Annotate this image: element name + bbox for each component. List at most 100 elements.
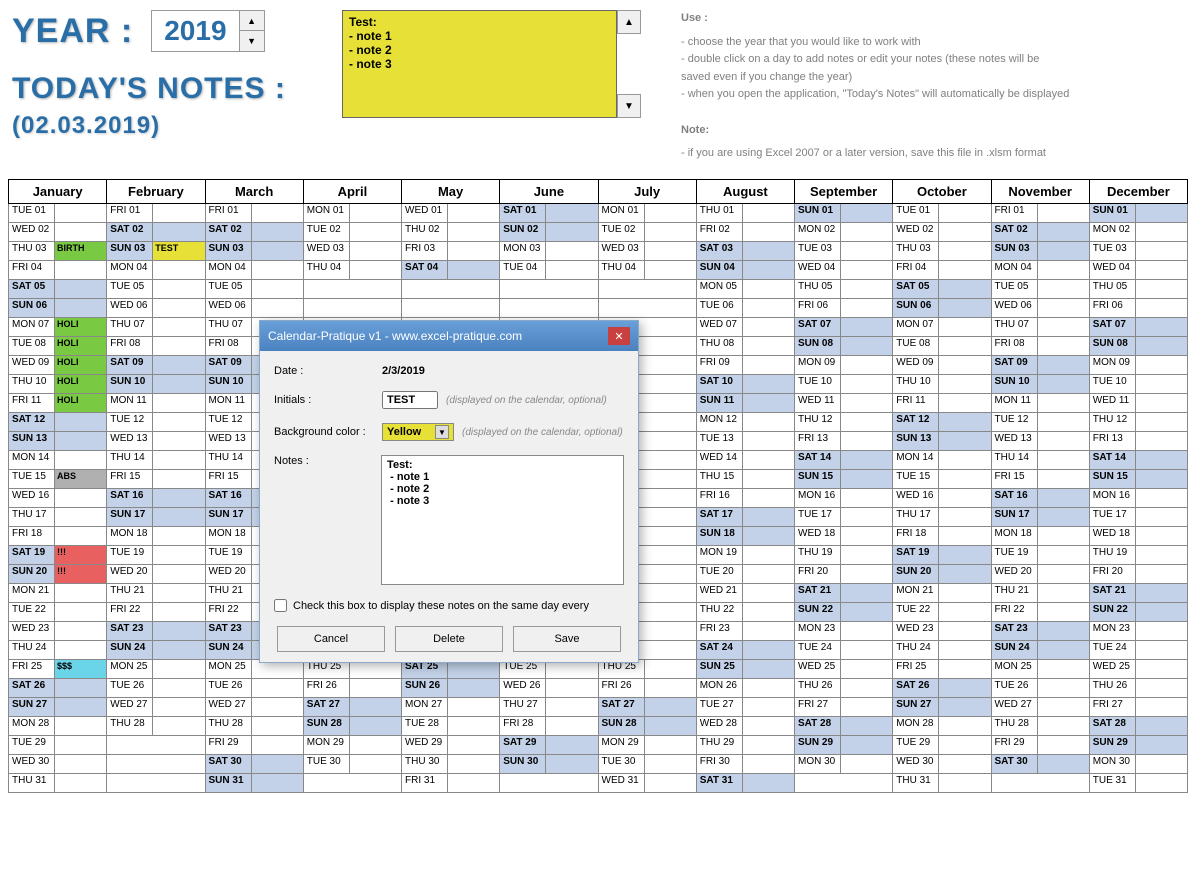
day-cell[interactable] [107,735,205,754]
day-cell[interactable]: MON 02 [1089,222,1187,241]
day-cell[interactable]: SAT 07 [795,317,893,336]
day-cell[interactable]: SUN 28 [303,716,401,735]
day-cell[interactable] [500,298,598,317]
day-cell[interactable]: SAT 19 [893,545,991,564]
day-cell[interactable] [598,298,696,317]
day-cell[interactable]: WED 16 [893,488,991,507]
day-cell[interactable]: SUN 28 [598,716,696,735]
day-cell[interactable]: TUE 10 [1089,374,1187,393]
day-cell[interactable]: TUE 26 [205,678,303,697]
day-cell[interactable]: TUE 02 [598,222,696,241]
day-cell[interactable]: FRI 11 [893,393,991,412]
day-cell[interactable]: MON 16 [795,488,893,507]
day-cell[interactable]: WED 28 [696,716,794,735]
day-cell[interactable]: SUN 29 [795,735,893,754]
day-cell[interactable]: WED 03 [303,241,401,260]
day-cell[interactable]: MON 09 [1089,355,1187,374]
day-cell[interactable]: FRI 20 [795,564,893,583]
day-cell[interactable]: SAT 09 [107,355,205,374]
day-cell[interactable]: TUE 20 [696,564,794,583]
day-cell[interactable]: TUE 17 [795,507,893,526]
today-notes-box[interactable]: Test: - note 1 - note 2 - note 3 [342,10,617,118]
day-cell[interactable]: TUE 05 [205,279,303,298]
day-cell[interactable]: WED 04 [795,260,893,279]
day-cell[interactable]: SAT 27 [598,697,696,716]
day-cell[interactable]: SAT 23 [991,621,1089,640]
day-cell[interactable]: SUN 27 [9,697,107,716]
day-cell[interactable]: TUE 24 [1089,640,1187,659]
day-cell[interactable]: MON 01 [598,203,696,222]
day-cell[interactable]: THU 26 [1089,678,1187,697]
day-cell[interactable]: SUN 15 [795,469,893,488]
day-cell[interactable]: WED 13 [107,431,205,450]
day-cell[interactable]: TUE 29 [893,735,991,754]
day-cell[interactable]: MON 01 [303,203,401,222]
day-cell[interactable]: SAT 09 [991,355,1089,374]
day-cell[interactable]: TUE 04 [500,260,598,279]
day-cell[interactable]: MON 18 [991,526,1089,545]
day-cell[interactable]: WED 06 [205,298,303,317]
day-cell[interactable]: THU 05 [795,279,893,298]
day-cell[interactable]: TUE 05 [991,279,1089,298]
day-cell[interactable] [500,773,598,792]
day-cell[interactable]: SAT 21 [795,583,893,602]
day-cell[interactable]: THU 04 [303,260,401,279]
day-cell[interactable]: MON 25 [107,659,205,678]
day-cell[interactable]: TUE 15ABS [9,469,107,488]
day-cell[interactable]: WED 18 [795,526,893,545]
close-icon[interactable]: ✕ [608,327,630,345]
day-cell[interactable]: FRI 03 [402,241,500,260]
day-cell[interactable]: SAT 14 [795,450,893,469]
day-cell[interactable]: SUN 11 [696,393,794,412]
day-cell[interactable]: WED 09HOLI [9,355,107,374]
day-cell[interactable]: SUN 03TEST [107,241,205,260]
day-cell[interactable]: MON 04 [991,260,1089,279]
bg-color-select[interactable]: Yellow ▼ [382,423,454,441]
day-cell[interactable]: SAT 28 [1089,716,1187,735]
day-cell[interactable]: FRI 28 [500,716,598,735]
day-cell[interactable]: MON 18 [107,526,205,545]
day-cell[interactable]: FRI 13 [1089,431,1187,450]
day-cell[interactable]: MON 28 [893,716,991,735]
day-cell[interactable]: MON 19 [696,545,794,564]
day-cell[interactable]: THU 07 [107,317,205,336]
day-cell[interactable]: SAT 12 [893,412,991,431]
day-cell[interactable]: THU 22 [696,602,794,621]
day-cell[interactable]: TUE 01 [9,203,107,222]
day-cell[interactable]: THU 10 [893,374,991,393]
day-cell[interactable]: TUE 26 [107,678,205,697]
day-cell[interactable]: SAT 01 [500,203,598,222]
day-cell[interactable]: FRI 22 [991,602,1089,621]
day-cell[interactable]: TUE 17 [1089,507,1187,526]
day-cell[interactable]: TUE 12 [107,412,205,431]
day-cell[interactable]: FRI 08 [991,336,1089,355]
day-cell[interactable]: SAT 14 [1089,450,1187,469]
day-cell[interactable]: SUN 13 [893,431,991,450]
day-cell[interactable]: THU 31 [893,773,991,792]
day-cell[interactable]: FRI 18 [893,526,991,545]
day-cell[interactable]: WED 14 [696,450,794,469]
day-cell[interactable]: SUN 02 [500,222,598,241]
day-cell[interactable]: MON 05 [696,279,794,298]
day-cell[interactable]: SUN 17 [991,507,1089,526]
day-cell[interactable] [303,773,401,792]
day-cell[interactable]: THU 08 [696,336,794,355]
day-cell[interactable]: SAT 21 [1089,583,1187,602]
day-cell[interactable]: FRI 09 [696,355,794,374]
day-cell[interactable]: TUE 27 [696,697,794,716]
day-cell[interactable]: WED 13 [991,431,1089,450]
day-cell[interactable]: MON 21 [9,583,107,602]
day-cell[interactable]: FRI 15 [107,469,205,488]
day-cell[interactable]: FRI 31 [402,773,500,792]
year-up-icon[interactable]: ▲ [240,11,264,31]
notes-scroll-down-icon[interactable]: ▼ [617,94,641,118]
day-cell[interactable]: MON 04 [107,260,205,279]
day-cell[interactable]: WED 01 [402,203,500,222]
day-cell[interactable]: MON 14 [893,450,991,469]
day-cell[interactable] [500,279,598,298]
day-cell[interactable]: SUN 22 [795,602,893,621]
day-cell[interactable]: FRI 22 [107,602,205,621]
day-cell[interactable]: MON 28 [9,716,107,735]
day-cell[interactable]: SAT 05 [893,279,991,298]
day-cell[interactable]: SUN 26 [402,678,500,697]
